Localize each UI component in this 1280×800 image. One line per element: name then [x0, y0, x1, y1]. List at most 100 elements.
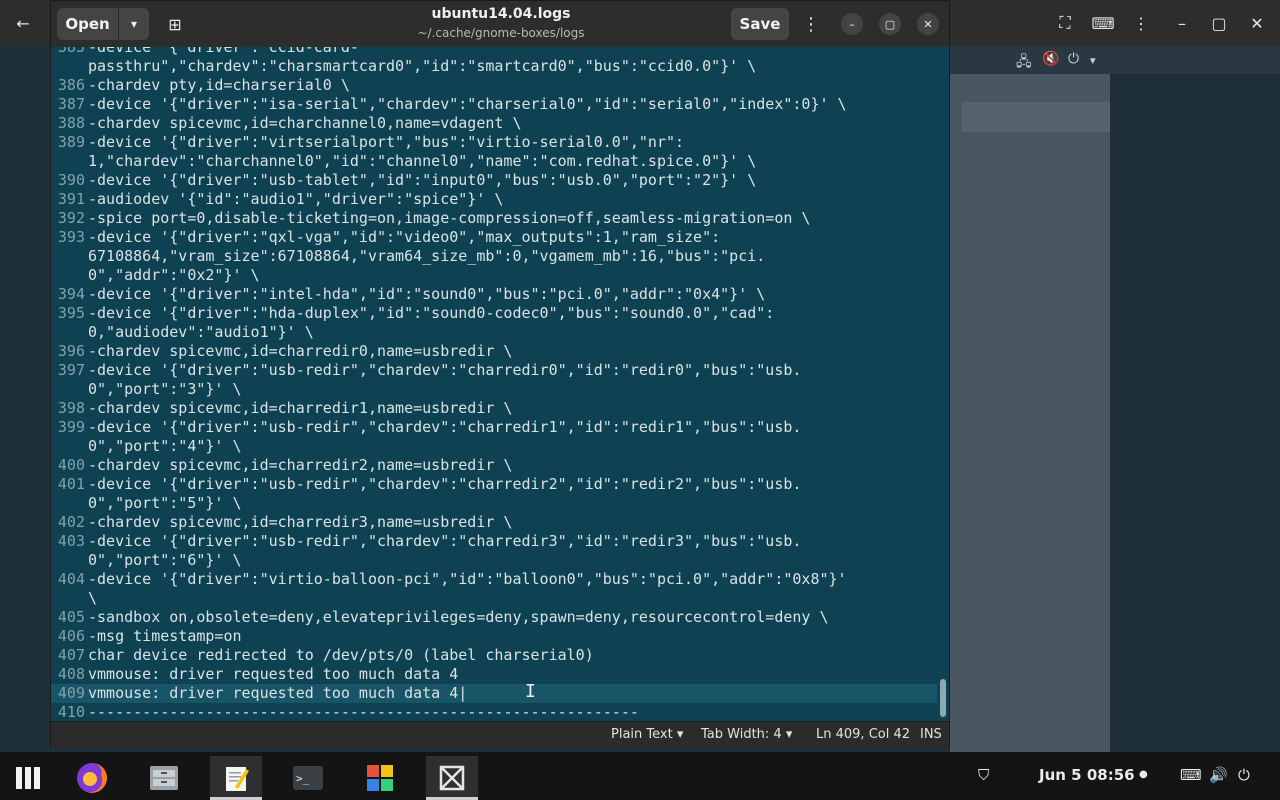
line-number: 392 — [57, 209, 85, 227]
line-number: 403 — [57, 532, 85, 550]
insert-mode: INS — [920, 727, 942, 742]
app-grid-icon — [16, 767, 40, 789]
save-button[interactable]: Save — [731, 8, 789, 40]
text-line[interactable]: 403 -device '{"driver":"usb-redir","chard… — [51, 532, 937, 551]
boxes-close-button[interactable]: ✕ — [1242, 8, 1272, 38]
power-icon[interactable]: ⏻ — [1238, 766, 1250, 784]
network-icon[interactable]: 🖧 — [1016, 51, 1032, 75]
back-button[interactable]: ← — [8, 8, 38, 38]
line-number — [51, 57, 87, 76]
clock[interactable]: Jun 5 08:56 — [1039, 766, 1135, 784]
text-line[interactable]: 67108864,"vram_size":67108864,"vram64_si… — [51, 247, 937, 266]
new-document-button[interactable]: ⊞ — [159, 8, 191, 40]
text-line[interactable]: 398 -chardev spicevmc,id=charredir1,name=… — [51, 399, 937, 418]
vm-desktop-panel — [950, 74, 1110, 752]
power-icon[interactable]: ⏻ — [1068, 51, 1079, 67]
text-line[interactable]: 396 -chardev spicevmc,id=charredir0,name=… — [51, 342, 937, 361]
vertical-scrollbar[interactable] — [937, 47, 949, 721]
text-line[interactable]: 401 -device '{"driver":"usb-redir","chard… — [51, 475, 937, 494]
window-title: ubuntu14.04.logs — [431, 6, 571, 22]
taskbar-text-editor[interactable] — [210, 756, 262, 800]
scrollbar-thumb[interactable] — [940, 679, 946, 717]
text-line[interactable]: 0","port":"6"}' \ — [51, 551, 937, 570]
text-line[interactable]: 410 -------------------------------------… — [51, 703, 937, 721]
text-line[interactable]: \ — [51, 589, 937, 608]
text-line[interactable]: 1,"chardev":"charchannel0","id":"channel… — [51, 152, 937, 171]
text-line[interactable]: 0","port":"5"}' \ — [51, 494, 937, 513]
line-number: 409 — [57, 684, 85, 702]
current-line[interactable]: 409 vmmouse: driver requested too much da… — [51, 684, 937, 703]
volume-muted-icon[interactable]: 🔇 — [1042, 51, 1059, 67]
text-line[interactable]: passthru","chardev":"charsmartcard0","id… — [51, 57, 937, 76]
editor-minimize-button[interactable]: – — [841, 13, 863, 35]
keyboard-icon[interactable]: ⌨ — [1180, 766, 1202, 784]
shield-icon[interactable]: ⛉ — [978, 766, 989, 784]
line-text: -chardev spicevmc,id=charredir0,name=usb… — [88, 342, 513, 360]
line-text: -chardev pty,id=charserial0 \ — [88, 76, 350, 94]
text-line[interactable]: 388 -chardev spicevmc,id=charchannel0,nam… — [51, 114, 937, 133]
taskbar-files[interactable] — [138, 756, 190, 800]
taskbar-boxes[interactable] — [426, 756, 478, 800]
tab-width-selector[interactable]: Tab Width: 4 ▾ — [701, 727, 792, 742]
fullscreen-button[interactable]: ⛶ — [1050, 8, 1080, 38]
line-text: -device '{"driver":"qxl-vga","id":"video… — [88, 228, 721, 246]
text-line[interactable]: 407 char device redirected to /dev/pts/0 … — [51, 646, 937, 665]
text-line[interactable]: 389 -device '{"driver":"virtserialport","… — [51, 133, 937, 152]
text-line[interactable]: 408 vmmouse: driver requested too much da… — [51, 665, 937, 684]
open-recent-button[interactable]: ▾ — [119, 8, 149, 40]
line-text: 0","port":"5"}' \ — [88, 494, 242, 512]
text-line[interactable]: 387 -device '{"driver":"isa-serial","char… — [51, 95, 937, 114]
text-line[interactable]: 385 -device '{"driver":"ccid-card- — [51, 47, 937, 57]
fullscreen-icon: ⛶ — [1059, 13, 1071, 32]
text-line[interactable]: 392 -spice port=0,disable-ticketing=on,im… — [51, 209, 937, 228]
editor-maximize-button[interactable]: ▢ — [879, 13, 901, 35]
text-line[interactable]: 0","addr":"0x2"}' \ — [51, 266, 937, 285]
keyboard-icon: ⌨ — [1091, 13, 1115, 33]
text-line[interactable]: 397 -device '{"driver":"usb-redir","chard… — [51, 361, 937, 380]
chevron-down-icon[interactable]: ▾ — [1090, 54, 1096, 67]
text-editor-icon — [226, 767, 249, 791]
editor-menu-button[interactable]: ⋮ — [797, 8, 825, 40]
text-line[interactable]: 0","port":"4"}' \ — [51, 437, 937, 456]
text-line[interactable]: 0,"audiodev":"audio1"}' \ — [51, 323, 937, 342]
window-subtitle: ~/.cache/gnome-boxes/logs — [417, 26, 585, 40]
taskbar-terminal[interactable]: >_ — [282, 756, 334, 800]
line-text: -device '{"driver":"virtserialport","bus… — [88, 133, 685, 151]
text-line[interactable]: 399 -device '{"driver":"usb-redir","chard… — [51, 418, 937, 437]
text-line[interactable]: 386 -chardev pty,id=charserial0 \ — [51, 76, 937, 95]
text-line[interactable]: 0","port":"3"}' \ — [51, 380, 937, 399]
firefox-icon — [77, 762, 107, 793]
boxes-maximize-button[interactable]: ▢ — [1204, 8, 1234, 38]
vm-panel-header — [962, 102, 1110, 132]
text-line[interactable]: 393 -device '{"driver":"qxl-vga","id":"vi… — [51, 228, 937, 247]
volume-icon[interactable]: 🔊 — [1209, 766, 1228, 784]
text-line[interactable]: 404 -device '{"driver":"virtio-balloon-pc… — [51, 570, 937, 589]
boxes-menu-button[interactable]: ⋮ — [1126, 8, 1156, 38]
text-line[interactable]: 406 -msg timestamp=on — [51, 627, 937, 646]
taskbar-software[interactable] — [354, 756, 406, 800]
menu-dots-icon: ⋮ — [802, 13, 820, 35]
boxes-minimize-button[interactable]: – — [1167, 8, 1197, 38]
send-keys-button[interactable]: ⌨ — [1088, 8, 1118, 38]
app-launcher-button[interactable] — [2, 756, 54, 800]
line-text: 0","addr":"0x2"}' \ — [88, 266, 260, 284]
editor-close-button[interactable]: ✕ — [917, 13, 939, 35]
text-line[interactable]: 400 -chardev spicevmc,id=charredir2,name=… — [51, 456, 937, 475]
cursor-position[interactable]: Ln 409, Col 42 — [816, 727, 910, 742]
line-text: -chardev spicevmc,id=charredir2,name=usb… — [88, 456, 513, 474]
text-line[interactable]: 390 -device '{"driver":"usb-tablet","id":… — [51, 171, 937, 190]
line-number: 388 — [57, 114, 85, 132]
text-line[interactable]: 405 -sandbox on,obsolete=deny,elevatepriv… — [51, 608, 937, 627]
line-number: 398 — [57, 399, 85, 417]
text-lines: 385 -device '{"driver":"ccid-card-passthr… — [51, 47, 937, 721]
language-selector[interactable]: Plain Text ▾ — [611, 727, 683, 742]
text-line[interactable]: 391 -audiodev '{"id":"audio1","driver":"s… — [51, 190, 937, 209]
text-line[interactable]: 402 -chardev spicevmc,id=charredir3,name=… — [51, 513, 937, 532]
line-text: ----------------------------------------… — [88, 703, 639, 721]
text-line[interactable]: 395 -device '{"driver":"hda-duplex","id":… — [51, 304, 937, 323]
text-view[interactable]: 385 -device '{"driver":"ccid-card-passthr… — [51, 47, 937, 721]
open-button[interactable]: Open — [57, 8, 119, 40]
minimize-icon: – — [849, 17, 855, 31]
text-line[interactable]: 394 -device '{"driver":"intel-hda","id":"… — [51, 285, 937, 304]
taskbar-firefox[interactable] — [66, 756, 118, 800]
